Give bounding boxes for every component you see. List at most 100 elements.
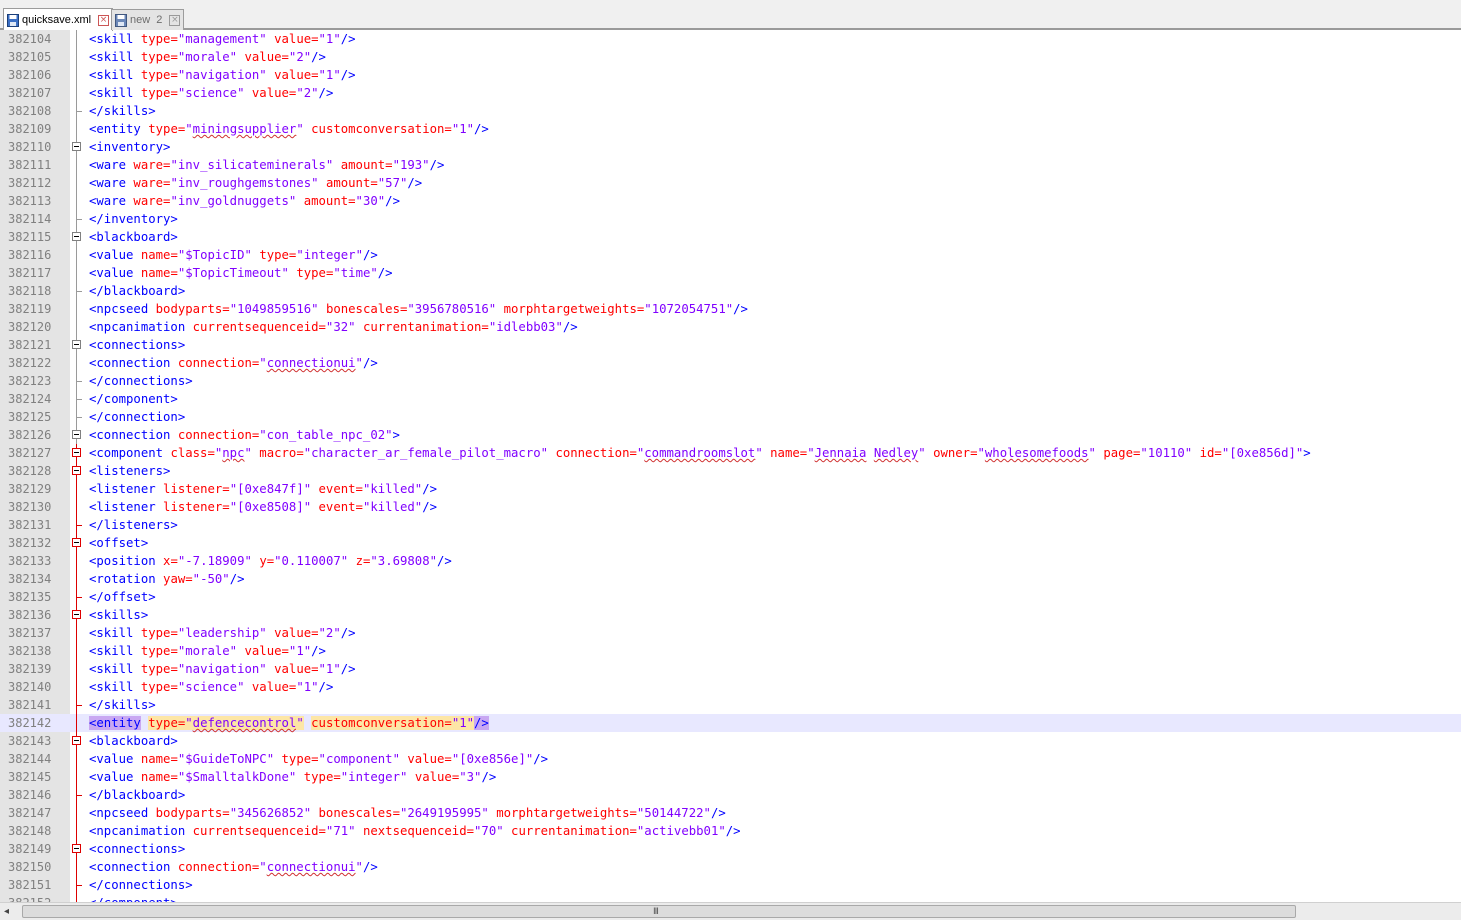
code-text[interactable]: <connections> — [89, 336, 185, 354]
code-text[interactable]: <npcanimation currentsequenceid="71" nex… — [89, 822, 741, 840]
code-line[interactable]: 382116 <value name="$TopicID" type="integ… — [0, 246, 1461, 264]
code-line[interactable]: 382124 </component> — [0, 390, 1461, 408]
code-line[interactable]: 382126 <connection connection="con_table_… — [0, 426, 1461, 444]
code-line[interactable]: 382112 <ware ware="inv_roughgemstones" am… — [0, 174, 1461, 192]
code-text[interactable]: <listener listener="[0xe8508]" event="ki… — [89, 498, 437, 516]
code-text[interactable]: <skills> — [89, 606, 148, 624]
code-line[interactable]: 382125 </connection> — [0, 408, 1461, 426]
code-line[interactable]: 382133 <position x="-7.18909" y="0.110007… — [0, 552, 1461, 570]
code-line[interactable]: 382108 </skills> — [0, 102, 1461, 120]
code-line[interactable]: 382130 <listener listener="[0xe8508]" eve… — [0, 498, 1461, 516]
code-text[interactable]: <value name="$TopicTimeout" type="time"/… — [89, 264, 393, 282]
code-text[interactable]: <skill type="morale" value="1"/> — [89, 642, 326, 660]
code-editor[interactable]: 382104 <skill type="management" value="1"… — [0, 30, 1461, 902]
code-text[interactable]: </offset> — [89, 588, 156, 606]
code-line[interactable]: 382149 <connections> — [0, 840, 1461, 858]
horizontal-scrollbar[interactable]: ◂ III — [0, 902, 1461, 920]
code-line[interactable]: 382132 <offset> — [0, 534, 1461, 552]
code-text[interactable]: <listener listener="[0xe847f]" event="ki… — [89, 480, 437, 498]
code-text[interactable]: </connection> — [89, 408, 185, 426]
code-line[interactable]: 382118 </blackboard> — [0, 282, 1461, 300]
fold-collapse-icon[interactable] — [70, 336, 84, 354]
code-text[interactable]: </component> — [89, 390, 178, 408]
code-line[interactable]: 382148 <npcanimation currentsequenceid="7… — [0, 822, 1461, 840]
code-text[interactable]: <skill type="leadership" value="2"/> — [89, 624, 356, 642]
code-text[interactable]: <value name="$TopicID" type="integer"/> — [89, 246, 378, 264]
code-line[interactable]: 382139 <skill type="navigation" value="1"… — [0, 660, 1461, 678]
code-line[interactable]: 382119 <npcseed bodyparts="1049859516" bo… — [0, 300, 1461, 318]
code-text[interactable]: <value name="$GuideToNPC" type="componen… — [89, 750, 548, 768]
code-line[interactable]: 382140 <skill type="science" value="1"/> — [0, 678, 1461, 696]
code-text[interactable]: <skill type="science" value="2"/> — [89, 84, 333, 102]
code-line[interactable]: 382135 </offset> — [0, 588, 1461, 606]
code-line[interactable]: 382115 <blackboard> — [0, 228, 1461, 246]
code-line[interactable]: 382136 <skills> — [0, 606, 1461, 624]
code-text[interactable]: <ware ware="inv_silicateminerals" amount… — [89, 156, 444, 174]
code-line[interactable]: 382121 <connections> — [0, 336, 1461, 354]
code-text[interactable]: <connection connection="connectionui"/> — [89, 858, 378, 876]
fold-collapse-icon[interactable] — [70, 732, 84, 750]
code-line[interactable]: 382147 <npcseed bodyparts="345626852" bon… — [0, 804, 1461, 822]
code-text[interactable]: <listeners> — [89, 462, 170, 480]
code-line[interactable]: 382127 <component class="npc" macro="char… — [0, 444, 1461, 462]
tab-quicksave[interactable]: quicksave.xml × — [3, 8, 114, 31]
code-line[interactable]: 382106 <skill type="navigation" value="1"… — [0, 66, 1461, 84]
code-line[interactable]: 382134 <rotation yaw="-50"/> — [0, 570, 1461, 588]
code-line[interactable]: 382120 <npcanimation currentsequenceid="3… — [0, 318, 1461, 336]
code-line[interactable]: 382137 <skill type="leadership" value="2"… — [0, 624, 1461, 642]
code-line[interactable]: 382150 <connection connection="connection… — [0, 858, 1461, 876]
fold-collapse-icon[interactable] — [70, 606, 84, 624]
code-text[interactable]: <entity type="defencecontrol" customconv… — [89, 714, 489, 732]
fold-collapse-icon[interactable] — [70, 228, 84, 246]
code-line[interactable]: 382107 <skill type="science" value="2"/> — [0, 84, 1461, 102]
code-text[interactable]: <skill type="navigation" value="1"/> — [89, 660, 356, 678]
fold-collapse-icon[interactable] — [70, 138, 84, 156]
code-line[interactable]: 382141 </skills> — [0, 696, 1461, 714]
code-line[interactable]: 382146 </blackboard> — [0, 786, 1461, 804]
code-line[interactable]: 382105 <skill type="morale" value="2"/> — [0, 48, 1461, 66]
code-line[interactable]: 382143 <blackboard> — [0, 732, 1461, 750]
code-text[interactable]: </blackboard> — [89, 282, 185, 300]
code-text[interactable]: <ware ware="inv_goldnuggets" amount="30"… — [89, 192, 400, 210]
arrow-left-icon[interactable]: ◂ — [4, 906, 9, 917]
code-line[interactable]: 382122 <connection connection="connection… — [0, 354, 1461, 372]
code-text[interactable]: <npcanimation currentsequenceid="32" cur… — [89, 318, 578, 336]
code-text[interactable]: <connections> — [89, 840, 185, 858]
code-text[interactable]: </skills> — [89, 102, 156, 120]
code-text[interactable]: <offset> — [89, 534, 148, 552]
code-text[interactable]: <position x="-7.18909" y="0.110007" z="3… — [89, 552, 452, 570]
code-line[interactable]: 382129 <listener listener="[0xe847f]" eve… — [0, 480, 1461, 498]
close-icon[interactable]: × — [98, 14, 110, 26]
code-text[interactable]: </blackboard> — [89, 786, 185, 804]
code-line[interactable]: 382104 <skill type="management" value="1"… — [0, 30, 1461, 48]
code-line[interactable]: 382114 </inventory> — [0, 210, 1461, 228]
code-text[interactable]: <skill type="science" value="1"/> — [89, 678, 333, 696]
code-line[interactable]: 382144 <value name="$GuideToNPC" type="co… — [0, 750, 1461, 768]
code-line[interactable]: 382111 <ware ware="inv_silicateminerals" … — [0, 156, 1461, 174]
code-text[interactable]: <component class="npc" macro="character_… — [89, 444, 1311, 462]
code-line[interactable]: 382128 <listeners> — [0, 462, 1461, 480]
code-text[interactable]: <skill type="management" value="1"/> — [89, 30, 356, 48]
code-text[interactable]: </connections> — [89, 372, 193, 390]
code-text[interactable]: <blackboard> — [89, 732, 178, 750]
fold-collapse-icon[interactable] — [70, 462, 84, 480]
code-text[interactable]: <skill type="navigation" value="1"/> — [89, 66, 356, 84]
code-line[interactable]: 382109 <entity type="miningsupplier" cust… — [0, 120, 1461, 138]
code-text[interactable]: <ware ware="inv_roughgemstones" amount="… — [89, 174, 422, 192]
code-line[interactable]: 382123 </connections> — [0, 372, 1461, 390]
code-line[interactable]: 382131 </listeners> — [0, 516, 1461, 534]
code-text[interactable]: <connection connection="con_table_npc_02… — [89, 426, 400, 444]
code-text[interactable]: </component> — [89, 894, 178, 902]
code-line[interactable]: 382142 <entity type="defencecontrol" cust… — [0, 714, 1461, 732]
code-line[interactable]: 382145 <value name="$SmalltalkDone" type=… — [0, 768, 1461, 786]
fold-collapse-icon[interactable] — [70, 426, 84, 444]
code-text[interactable]: </skills> — [89, 696, 156, 714]
code-text[interactable]: <npcseed bodyparts="1049859516" bonescal… — [89, 300, 748, 318]
tab-new-2[interactable]: new 2 × — [111, 9, 185, 30]
code-text[interactable]: </listeners> — [89, 516, 178, 534]
code-text[interactable]: <blackboard> — [89, 228, 178, 246]
code-line[interactable]: 382117 <value name="$TopicTimeout" type="… — [0, 264, 1461, 282]
code-line[interactable]: 382152 </component> — [0, 894, 1461, 902]
code-line[interactable]: 382151 </connections> — [0, 876, 1461, 894]
code-text[interactable]: </connections> — [89, 876, 193, 894]
